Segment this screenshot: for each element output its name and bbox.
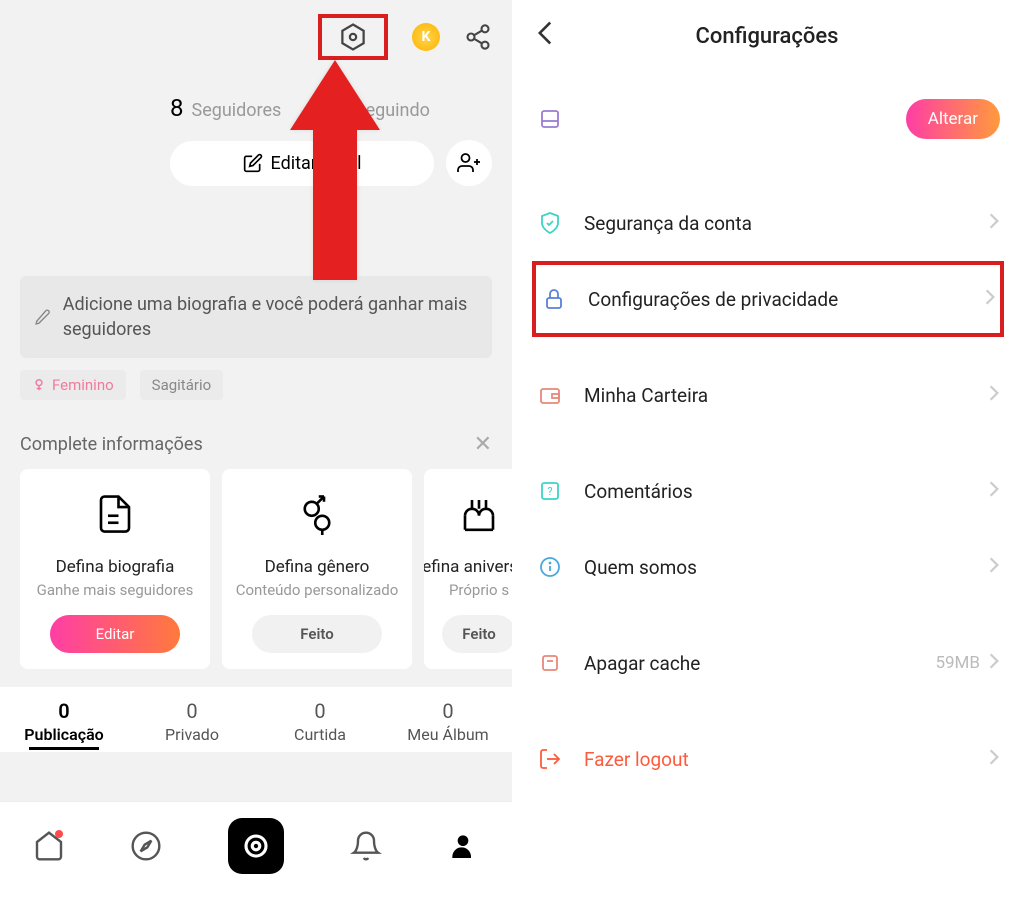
add-friend-button[interactable] bbox=[446, 140, 492, 186]
coin-icon[interactable]: K bbox=[412, 23, 440, 51]
chevron-right-icon bbox=[988, 384, 1000, 406]
followers-stat[interactable]: 8 Seguidores bbox=[170, 94, 281, 122]
question-icon: ? bbox=[536, 479, 564, 503]
profile-card-icon bbox=[536, 107, 564, 131]
settings-title: Configurações bbox=[534, 24, 1000, 49]
row-label: Fazer logout bbox=[584, 748, 988, 771]
chevron-right-icon bbox=[988, 652, 1000, 674]
row-label: Segurança da conta bbox=[584, 212, 988, 235]
nav-home[interactable] bbox=[33, 830, 65, 862]
nav-discover[interactable] bbox=[130, 830, 162, 862]
row-label: Configurações de privacidade bbox=[588, 288, 984, 311]
about-row[interactable]: Quem somos bbox=[536, 529, 1000, 605]
privacy-row[interactable]: Configurações de privacidade bbox=[540, 265, 996, 333]
chevron-right-icon bbox=[988, 480, 1000, 502]
chevron-right-icon bbox=[988, 556, 1000, 578]
cache-size: 59MB bbox=[935, 653, 980, 673]
stats-row: 8 Seguidores 10 seguindo bbox=[0, 74, 512, 122]
content-tabs: 0 Publicação 0 Privado 0 Curtida 0 Meu Á… bbox=[0, 687, 512, 752]
chevron-right-icon bbox=[988, 748, 1000, 770]
logout-icon bbox=[536, 747, 564, 771]
nav-notifications[interactable] bbox=[350, 830, 382, 862]
female-icon bbox=[32, 378, 46, 392]
trash-icon bbox=[536, 651, 564, 675]
pencil-icon bbox=[34, 307, 51, 327]
svg-text:?: ? bbox=[547, 485, 552, 498]
birthday-done-button[interactable]: Feito bbox=[442, 615, 515, 653]
gender-card: Defina gênero Conteúdo personalizado Fei… bbox=[222, 469, 412, 669]
tab-posts[interactable]: 0 Publicação bbox=[0, 699, 128, 744]
cache-row[interactable]: Apagar cache 59MB bbox=[536, 625, 1000, 701]
arrow-annotation bbox=[290, 60, 380, 284]
bio-card: Defina biografia Ganhe mais seguidores E… bbox=[20, 469, 210, 669]
settings-screen: Configurações Alterar Segurança da conta… bbox=[512, 0, 1024, 898]
wallet-row[interactable]: Minha Carteira bbox=[536, 357, 1000, 433]
alterar-button[interactable]: Alterar bbox=[906, 99, 1000, 139]
profile-row[interactable]: Alterar bbox=[536, 73, 1000, 165]
share-icon[interactable] bbox=[464, 23, 492, 51]
tab-private[interactable]: 0 Privado bbox=[128, 699, 256, 744]
edit-bio-button[interactable]: Editar bbox=[50, 615, 180, 653]
profile-header: K bbox=[0, 0, 512, 74]
bio-text: Adicione uma biografia e você poderá gan… bbox=[63, 292, 478, 342]
lock-icon bbox=[540, 287, 568, 311]
bio-prompt[interactable]: Adicione uma biografia e você poderá gan… bbox=[20, 276, 492, 358]
zodiac-tag[interactable]: Sagitário bbox=[140, 370, 224, 400]
card-subtitle: Conteúdo personalizado bbox=[236, 581, 399, 601]
profile-tags: Feminino Sagitário bbox=[0, 358, 512, 412]
edit-profile-row: Editar perfil bbox=[0, 122, 512, 186]
gender-tag[interactable]: Feminino bbox=[20, 370, 126, 400]
settings-highlight-box bbox=[318, 14, 388, 60]
followers-count: 8 bbox=[170, 94, 184, 122]
tab-likes[interactable]: 0 Curtida bbox=[256, 699, 384, 744]
complete-title: Complete informações bbox=[20, 434, 203, 455]
nav-profile[interactable] bbox=[447, 830, 479, 862]
comments-row[interactable]: ? Comentários bbox=[536, 453, 1000, 529]
gender-done-button[interactable]: Feito bbox=[252, 615, 382, 653]
settings-header: Configurações bbox=[512, 0, 1024, 73]
card-title: Defina gênero bbox=[265, 557, 370, 577]
settings-icon[interactable] bbox=[338, 22, 368, 52]
document-icon bbox=[94, 489, 136, 539]
gender-icon bbox=[296, 489, 338, 539]
profile-screen: K 8 Seguidores 10 seguindo Editar perfil… bbox=[0, 0, 512, 898]
card-subtitle: Ganhe mais seguidores bbox=[37, 581, 194, 601]
nav-camera[interactable] bbox=[228, 818, 284, 874]
card-subtitle: Próprio s bbox=[449, 581, 509, 601]
row-label: Minha Carteira bbox=[584, 384, 988, 407]
notification-dot bbox=[55, 830, 63, 838]
shield-icon bbox=[536, 211, 564, 235]
wallet-icon bbox=[536, 383, 564, 407]
chevron-right-icon bbox=[988, 212, 1000, 234]
row-label: Quem somos bbox=[584, 556, 988, 579]
row-label: Comentários bbox=[584, 480, 988, 503]
row-label: Apagar cache bbox=[584, 652, 935, 675]
cake-icon bbox=[458, 489, 500, 539]
logout-row[interactable]: Fazer logout bbox=[536, 721, 1000, 797]
close-icon[interactable]: ✕ bbox=[474, 432, 492, 457]
security-row[interactable]: Segurança da conta bbox=[536, 185, 1000, 261]
tab-album[interactable]: 0 Meu Álbum bbox=[384, 699, 512, 744]
info-cards: Defina biografia Ganhe mais seguidores E… bbox=[20, 469, 492, 669]
card-title: Defina biografia bbox=[56, 557, 175, 577]
bottom-nav bbox=[0, 801, 512, 898]
info-icon bbox=[536, 555, 564, 579]
followers-label: Seguidores bbox=[192, 100, 282, 121]
privacy-highlight-box: Configurações de privacidade bbox=[532, 261, 1004, 337]
settings-list: Alterar Segurança da conta Configurações… bbox=[512, 73, 1024, 797]
complete-info-section: Complete informações ✕ Defina biografia … bbox=[0, 412, 512, 669]
chevron-right-icon bbox=[984, 288, 996, 310]
